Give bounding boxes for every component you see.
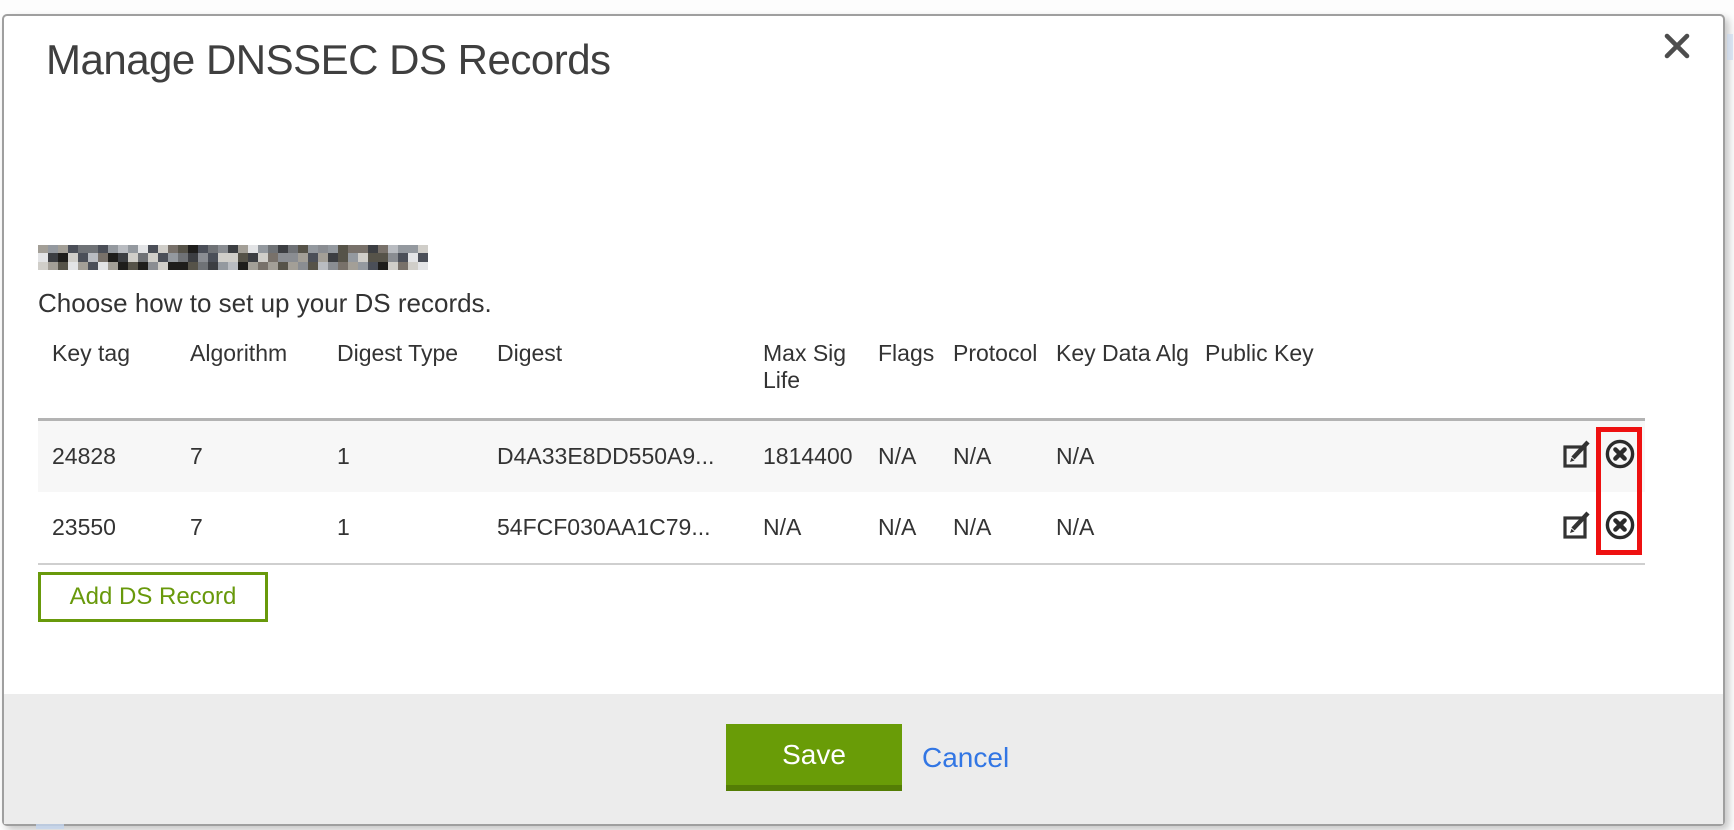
edit-record-button[interactable] — [1560, 511, 1594, 545]
save-button[interactable]: Save — [726, 724, 902, 791]
table-row: 23550 7 1 54FCF030AA1C79... N/A N/A N/A … — [38, 492, 1645, 565]
cell-flags: N/A — [878, 514, 953, 541]
table-row: 24828 7 1 D4A33E8DD550A9... 1814400 N/A … — [38, 421, 1645, 492]
edit-icon — [1561, 438, 1593, 476]
cell-key-tag: 23550 — [52, 514, 190, 541]
delete-record-button[interactable] — [1603, 511, 1637, 545]
close-button[interactable] — [1659, 30, 1695, 66]
col-header-digest: Digest — [497, 340, 763, 367]
edit-record-button[interactable] — [1560, 440, 1594, 474]
cell-digest: D4A33E8DD550A9... — [497, 443, 763, 470]
close-icon — [1662, 31, 1692, 66]
page-title: Manage DNSSEC DS Records — [46, 36, 611, 84]
cell-digest: 54FCF030AA1C79... — [497, 514, 763, 541]
col-header-protocol: Protocol — [953, 340, 1056, 367]
manage-dnssec-modal: Manage DNSSEC DS Records Choose how to s… — [2, 14, 1725, 826]
cell-protocol: N/A — [953, 443, 1056, 470]
cell-flags: N/A — [878, 443, 953, 470]
col-header-public-key: Public Key — [1205, 340, 1535, 367]
subtitle-text: Choose how to set up your DS records. — [38, 288, 492, 319]
cell-algorithm: 7 — [190, 514, 337, 541]
cell-digest-type: 1 — [337, 514, 497, 541]
domain-name-redacted — [38, 245, 428, 271]
page-behind-artifact — [1727, 34, 1733, 60]
cell-key-data-alg: N/A — [1056, 443, 1205, 470]
ds-records-table: Key tag Algorithm Digest Type Digest Max… — [38, 332, 1645, 565]
row-actions — [1535, 440, 1645, 474]
cell-digest-type: 1 — [337, 443, 497, 470]
cell-algorithm: 7 — [190, 443, 337, 470]
table-header-row: Key tag Algorithm Digest Type Digest Max… — [38, 332, 1645, 421]
col-header-digest-type: Digest Type — [337, 340, 497, 367]
cell-key-data-alg: N/A — [1056, 514, 1205, 541]
delete-circle-x-icon — [1603, 437, 1637, 477]
col-header-flags: Flags — [878, 340, 953, 367]
col-header-algorithm: Algorithm — [190, 340, 337, 367]
cell-protocol: N/A — [953, 514, 1056, 541]
col-header-key-tag: Key tag — [52, 340, 190, 367]
cell-max-sig-life: N/A — [763, 514, 878, 541]
modal-footer: Save Cancel — [4, 694, 1723, 824]
cell-key-tag: 24828 — [52, 443, 190, 470]
delete-record-button[interactable] — [1603, 440, 1637, 474]
delete-circle-x-icon — [1603, 508, 1637, 548]
page-behind-artifact — [36, 824, 64, 829]
add-ds-record-button[interactable]: Add DS Record — [38, 572, 268, 622]
col-header-key-data-alg: Key Data Alg — [1056, 340, 1205, 367]
row-actions — [1535, 511, 1645, 545]
edit-icon — [1561, 509, 1593, 547]
col-header-max-sig-life: Max Sig Life — [763, 340, 878, 394]
cell-max-sig-life: 1814400 — [763, 443, 878, 470]
cancel-link[interactable]: Cancel — [922, 724, 1009, 791]
